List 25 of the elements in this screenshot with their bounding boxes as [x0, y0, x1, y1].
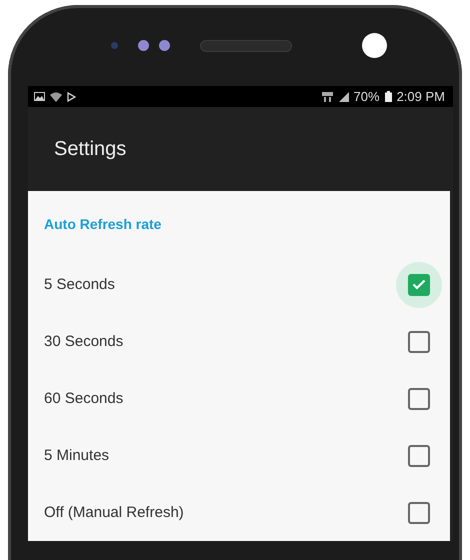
option-label: 60 Seconds [44, 390, 124, 407]
signal-icon [338, 92, 349, 102]
option-label: Off (Manual Refresh) [44, 504, 184, 521]
clock-time: 2:09 PM [396, 89, 445, 104]
battery-icon [384, 91, 392, 102]
option-label: 30 Seconds [44, 333, 124, 350]
sensor-icon [111, 42, 118, 49]
sensor-icon [138, 40, 149, 51]
app-bar-title: Settings [54, 138, 126, 160]
checkmark-icon [412, 279, 426, 290]
play-icon [67, 92, 76, 102]
checkbox[interactable] [408, 274, 430, 296]
sensor-icon [159, 40, 170, 51]
battery-percentage: 70% [354, 89, 380, 104]
front-camera-icon [362, 33, 387, 58]
checkbox[interactable] [408, 330, 430, 352]
image-icon [34, 92, 45, 101]
option-label: 5 Seconds [44, 276, 115, 293]
data-icon [320, 92, 334, 102]
option-label: 5 Minutes [44, 447, 110, 464]
checkbox[interactable] [408, 502, 430, 524]
checkbox[interactable] [408, 388, 430, 410]
section-header: Auto Refresh rate [43, 215, 162, 234]
checkbox[interactable] [408, 444, 430, 466]
wifi-icon [50, 92, 62, 102]
